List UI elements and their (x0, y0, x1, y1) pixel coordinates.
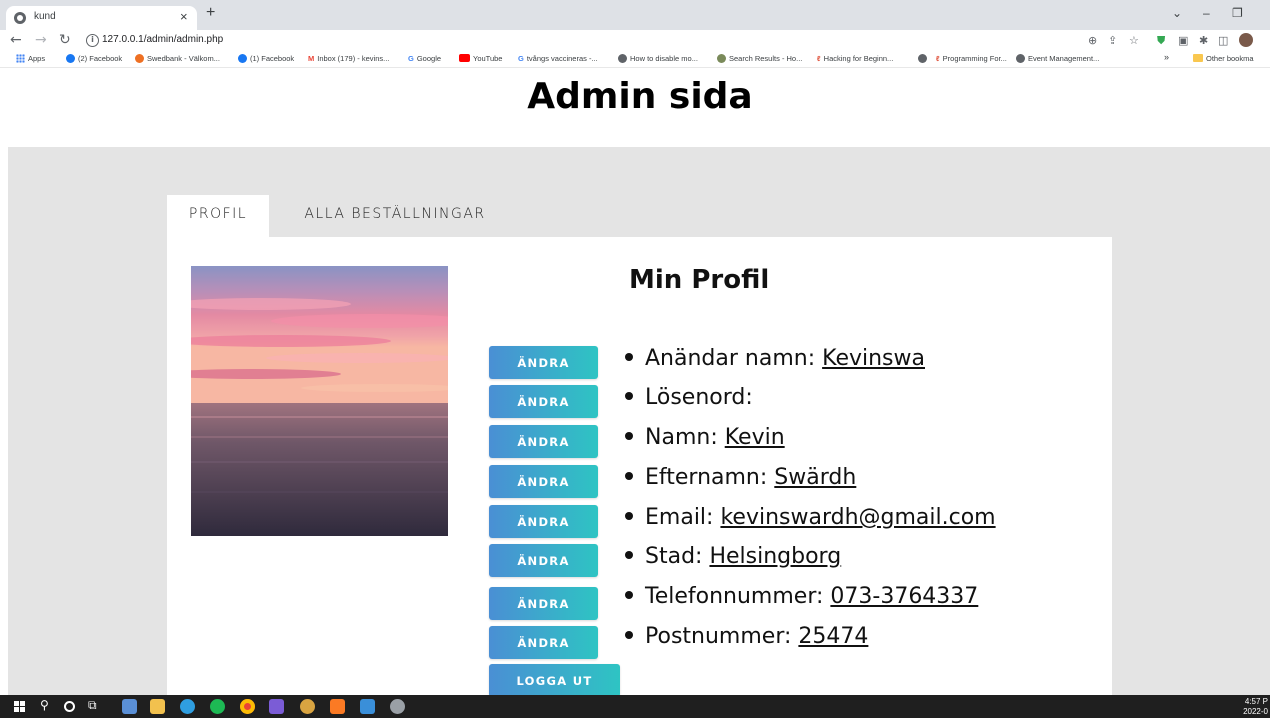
edit-email-button[interactable]: ÄNDRA (489, 505, 598, 538)
field-name: Namn: Kevin (625, 425, 785, 450)
bookmark-disable[interactable]: How to disable mo... (618, 54, 698, 63)
edit-password-button[interactable]: ÄNDRA (489, 385, 598, 418)
globe-icon (918, 54, 927, 63)
back-icon[interactable]: ← (10, 32, 22, 48)
other-bookmarks[interactable]: Other bookma (1193, 54, 1254, 63)
extension-icon[interactable]: ▣ (1178, 34, 1188, 47)
edit-username-button[interactable]: ÄNDRA (489, 346, 598, 379)
windows-taskbar: ⚲ ⧉ 4:57 P 2022-0 (0, 695, 1270, 718)
address-bar[interactable]: i 127.0.0.1/admin/admin.php (82, 31, 1145, 51)
bookmark-vaccin[interactable]: Gtvångs vaccineras -... (518, 54, 598, 63)
paint-icon[interactable] (390, 699, 405, 714)
more-bookmarks-icon[interactable]: » (1164, 52, 1169, 62)
bookmark-gmail[interactable]: M Inbox (179) - kevins... (308, 54, 389, 63)
google-icon: G (518, 54, 524, 63)
bookmark-programming[interactable]: ℓ Programming For... (936, 54, 1007, 63)
profile-avatar[interactable] (1239, 33, 1253, 47)
system-clock[interactable]: 4:57 P 2022-0 (1243, 697, 1268, 717)
bookmarks-bar: Apps (2) Facebook Swedbank - Välkom... (… (0, 52, 1270, 68)
facebook-icon (66, 54, 75, 63)
bookmark-facebook-1[interactable]: (1) Facebook (238, 54, 294, 63)
edit-lastname-button[interactable]: ÄNDRA (489, 465, 598, 498)
edge-icon[interactable] (180, 699, 195, 714)
file-explorer-icon[interactable] (150, 699, 165, 714)
profile-photo (191, 266, 448, 536)
xampp-icon[interactable] (330, 699, 345, 714)
tab-title: kund (34, 11, 56, 22)
sunset-image (191, 266, 448, 536)
youtube-icon (459, 54, 470, 62)
shield-extension-icon[interactable]: ⛊ (1157, 34, 1165, 48)
google-icon: G (408, 54, 414, 63)
tab-search-icon[interactable]: ⌄ (1172, 6, 1182, 20)
site-icon (717, 54, 726, 63)
field-city: Stad: Helsingborg (625, 544, 841, 569)
cortana-icon[interactable] (64, 701, 75, 712)
search-icon[interactable]: ⚲ (40, 698, 49, 712)
share-icon[interactable]: ⇪ (1108, 34, 1117, 47)
field-lastname: Efternamn: Swärdh (625, 465, 856, 490)
forward-icon[interactable]: → (35, 32, 47, 48)
tab-alla-bestallningar[interactable]: ALLA BESTÄLLNINGAR (282, 195, 508, 237)
zoom-icon[interactable]: ⊕ (1088, 34, 1097, 47)
bookmark-youtube[interactable]: YouTube (459, 54, 502, 63)
reload-icon[interactable]: ↻ (59, 32, 71, 48)
field-phone: Telefonnummer: 073-3764337 (625, 584, 978, 609)
field-postcode: Postnummer: 25474 (625, 624, 868, 649)
app-icon[interactable] (122, 699, 137, 714)
bookmark-swedbank[interactable]: Swedbank - Välkom... (135, 54, 220, 63)
chrome-icon[interactable] (240, 699, 255, 714)
bookmark-event[interactable]: Event Management... (1016, 54, 1099, 63)
profile-title: Min Profil (629, 265, 770, 295)
globe-icon (618, 54, 627, 63)
side-panel-icon[interactable]: ◫ (1218, 34, 1228, 47)
game-icon[interactable] (300, 699, 315, 714)
udemy-icon: ℓ (936, 54, 940, 63)
app-icon[interactable] (269, 699, 284, 714)
task-view-icon[interactable]: ⧉ (88, 698, 97, 713)
facebook-icon (238, 54, 247, 63)
edit-city-button[interactable]: ÄNDRA (489, 544, 598, 577)
edit-phone-button[interactable]: ÄNDRA (489, 587, 598, 620)
apps-grid-icon (16, 54, 25, 63)
globe-icon (1016, 54, 1025, 63)
minimize-icon[interactable]: – (1203, 6, 1210, 20)
page-content: Admin sida PROFIL ALLA BESTÄLLNINGAR Min… (0, 68, 1270, 695)
swedbank-icon (135, 54, 144, 63)
page-title: Admin sida (527, 76, 753, 117)
windows-start-icon[interactable] (14, 701, 25, 712)
udemy-icon: ℓ (817, 54, 821, 63)
bookmark-star-icon[interactable]: ☆ (1129, 34, 1139, 47)
tab-close-icon[interactable]: × (180, 9, 188, 24)
edit-name-button[interactable]: ÄNDRA (489, 425, 598, 458)
bookmark-facebook-2[interactable]: (2) Facebook (66, 54, 122, 63)
gmail-icon: M (308, 54, 315, 63)
bookmark-globe[interactable] (918, 54, 930, 63)
edit-postcode-button[interactable]: ÄNDRA (489, 626, 598, 659)
field-email: Email: kevinswardh@gmail.com (625, 505, 996, 530)
browser-tab[interactable]: kund × (6, 6, 197, 30)
bookmark-apps[interactable]: Apps (16, 54, 45, 63)
globe-icon (14, 12, 26, 24)
bookmark-google[interactable]: G Google (408, 54, 441, 63)
profile-panel: Min Profil ÄNDRA ÄNDRA ÄNDRA ÄNDRA ÄNDRA… (167, 237, 1112, 695)
info-icon[interactable]: i (86, 34, 99, 47)
puzzle-icon[interactable]: ✱ (1199, 34, 1208, 47)
bookmark-hacking[interactable]: ℓ Hacking for Beginn... (817, 54, 893, 63)
field-username: Anändar namn: Kevinswa (625, 346, 925, 371)
field-password: Lösenord: (625, 385, 753, 410)
calculator-icon[interactable] (360, 699, 375, 714)
restore-icon[interactable]: ❐ (1232, 6, 1243, 20)
browser-toolbar: ← → ↻ i 127.0.0.1/admin/admin.php ⊕ ⇪ ☆ … (0, 30, 1270, 52)
browser-tab-strip: kund × + ⌄ – ❐ (0, 0, 1270, 30)
url-text[interactable]: 127.0.0.1/admin/admin.php (102, 34, 223, 45)
tab-profil[interactable]: PROFIL (167, 195, 269, 237)
bookmark-search-results[interactable]: Search Results - Ho... (717, 54, 802, 63)
logout-button[interactable]: LOGGA UT (489, 664, 620, 695)
new-tab-button[interactable]: + (206, 4, 215, 22)
folder-icon (1193, 54, 1203, 62)
spotify-icon[interactable] (210, 699, 225, 714)
